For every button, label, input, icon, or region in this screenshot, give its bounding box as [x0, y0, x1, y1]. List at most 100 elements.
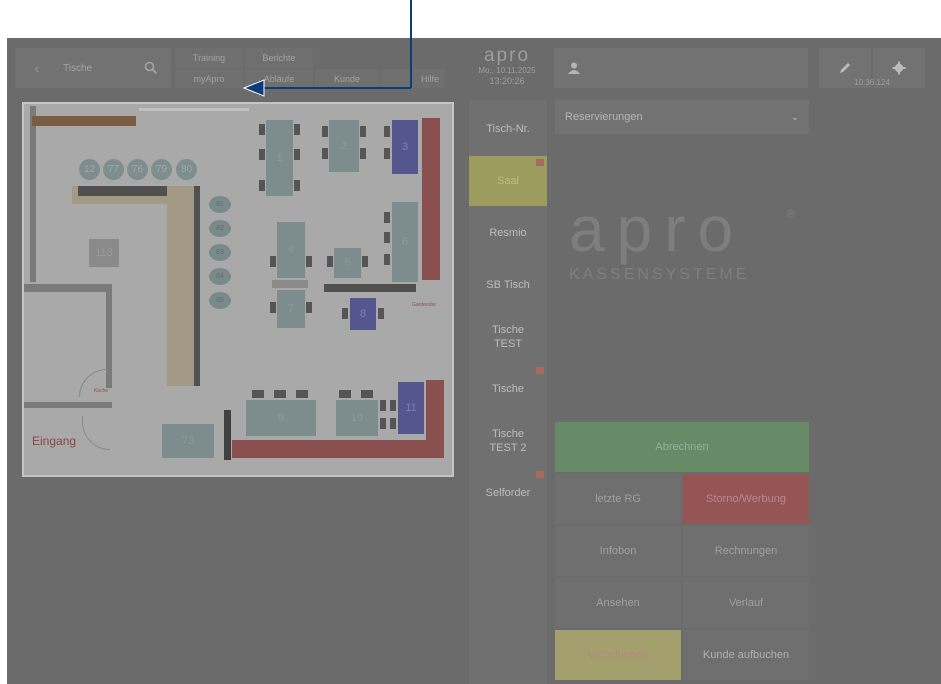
brand-tagline: KASSENSYSTEME — [569, 266, 750, 283]
letzte-rg-button[interactable]: letzte RG — [555, 474, 681, 524]
chair — [322, 126, 328, 137]
side-item-selforder[interactable]: Selforder — [469, 468, 547, 518]
chair — [294, 149, 300, 160]
divider-4-7 — [272, 280, 308, 288]
table-79[interactable]: 79 — [151, 159, 172, 180]
table-4[interactable]: 4 — [277, 222, 305, 278]
table-5[interactable]: 5 — [334, 248, 361, 278]
table-3[interactable]: 3 — [392, 120, 418, 174]
gear-icon — [892, 61, 906, 75]
table-12[interactable]: 12 — [79, 159, 100, 180]
chair — [390, 400, 396, 411]
reservations-label: Reservierungen — [565, 111, 643, 123]
wall-kitchen-bottom — [24, 402, 112, 408]
kunde-aufbuchen-button[interactable]: Kunde aufbuchen — [683, 630, 809, 680]
chair — [252, 390, 264, 398]
table-83[interactable]: 83 — [209, 244, 231, 261]
table-85[interactable]: 85 — [209, 292, 231, 309]
table-9[interactable]: 9 — [246, 400, 316, 436]
chair — [259, 180, 265, 191]
table-2[interactable]: 2 — [329, 120, 359, 172]
side-item-tische-test-2[interactable]: Tische TEST 2 — [469, 416, 547, 466]
side-item-tische[interactable]: Tische — [469, 364, 547, 414]
chair — [327, 256, 333, 267]
table-82[interactable]: 82 — [209, 220, 231, 237]
tab-myapro[interactable]: myApro — [175, 69, 243, 88]
side-item-tische-test[interactable]: Tische TEST — [469, 312, 547, 362]
chevron-left-icon: ‹ — [34, 60, 40, 76]
chair — [362, 256, 368, 267]
chair — [384, 254, 390, 265]
table-11[interactable]: 11 — [398, 382, 424, 434]
user-button[interactable] — [554, 48, 808, 88]
notification-badge — [536, 367, 544, 374]
table-6[interactable]: 6 — [392, 202, 418, 282]
side-item-sb-tisch[interactable]: SB Tisch — [469, 260, 547, 310]
section-tab[interactable]: Tische — [59, 48, 133, 88]
side-item-resmio[interactable]: Resmio — [469, 208, 547, 258]
chair — [384, 148, 390, 159]
chair — [342, 308, 348, 319]
floor-plan[interactable]: 12 77 76 79 80 81 82 83 84 85 118 1 2 3 — [22, 102, 454, 477]
chair — [380, 400, 386, 411]
divider-5-6 — [324, 284, 416, 292]
infobon-button[interactable]: Infobon — [555, 526, 681, 576]
label-eingang: Eingang — [32, 434, 77, 448]
side-item-saal[interactable]: Saal — [469, 156, 547, 206]
back-button[interactable]: ‹ — [15, 48, 59, 88]
table-10[interactable]: 10 — [336, 400, 378, 436]
reservations-dropdown[interactable]: Reservierungen ⌄ — [555, 100, 809, 134]
side-item-tisch-nr[interactable]: Tisch-Nr. — [469, 104, 547, 154]
table-8[interactable]: 8 — [350, 298, 376, 330]
chair — [322, 148, 328, 159]
pencil-icon — [840, 63, 850, 73]
tab-hilfe[interactable]: Hilfe — [381, 69, 445, 88]
chair — [306, 302, 312, 313]
label-garderobe: Garderobe — [412, 302, 436, 308]
table-1[interactable]: 1 — [266, 120, 293, 196]
wall-mid-h — [24, 284, 112, 292]
abrechnen-button[interactable]: Abrechnen — [555, 422, 809, 472]
verlauf-button[interactable]: Verlauf — [683, 578, 809, 628]
table-118[interactable]: 118 — [89, 239, 119, 267]
ip-text: 10.36.124 — [854, 78, 890, 87]
wall-top-left — [30, 106, 36, 282]
entrance-door — [82, 416, 110, 450]
search-button[interactable] — [131, 48, 171, 88]
table-73[interactable]: 73 — [162, 424, 214, 458]
verschieben-button[interactable]: Verschieben — [555, 630, 681, 680]
tab-ablaeufe[interactable]: Abläufe — [245, 69, 313, 88]
chair — [384, 232, 390, 243]
table-76[interactable]: 76 — [127, 159, 148, 180]
tab-training[interactable]: Training — [175, 48, 243, 68]
table-77[interactable]: 77 — [103, 159, 124, 180]
tab-kunde[interactable]: Kunde — [315, 69, 379, 88]
rechnungen-button[interactable]: Rechnungen — [683, 526, 809, 576]
ansehen-button[interactable]: Ansehen — [555, 578, 681, 628]
table-84[interactable]: 84 — [209, 268, 231, 285]
chevron-down-icon: ⌄ — [790, 111, 799, 123]
table-80[interactable]: 80 — [176, 159, 197, 180]
chair — [274, 390, 286, 398]
chair — [259, 124, 265, 135]
chair — [378, 308, 384, 319]
bar-counter-v — [167, 186, 197, 386]
bench-right — [422, 118, 440, 280]
table-81[interactable]: 81 — [209, 196, 231, 213]
chair — [296, 390, 308, 398]
pillar — [224, 410, 231, 460]
wall-top — [139, 108, 249, 111]
chair — [384, 126, 390, 137]
label-kueche: Küche — [94, 388, 109, 394]
chair — [270, 256, 276, 267]
time-text: 13:20:26 — [489, 76, 525, 86]
brand-logo-text: apro — [569, 193, 746, 265]
section-label: Tische — [63, 62, 93, 74]
storno-werbung-button[interactable]: Storno/Werbung — [683, 474, 809, 524]
chair — [294, 180, 300, 191]
chair — [294, 124, 300, 135]
table-7[interactable]: 7 — [277, 290, 305, 328]
tab-berichte[interactable]: Berichte — [245, 48, 313, 68]
chair — [361, 390, 373, 398]
chair — [380, 418, 386, 429]
